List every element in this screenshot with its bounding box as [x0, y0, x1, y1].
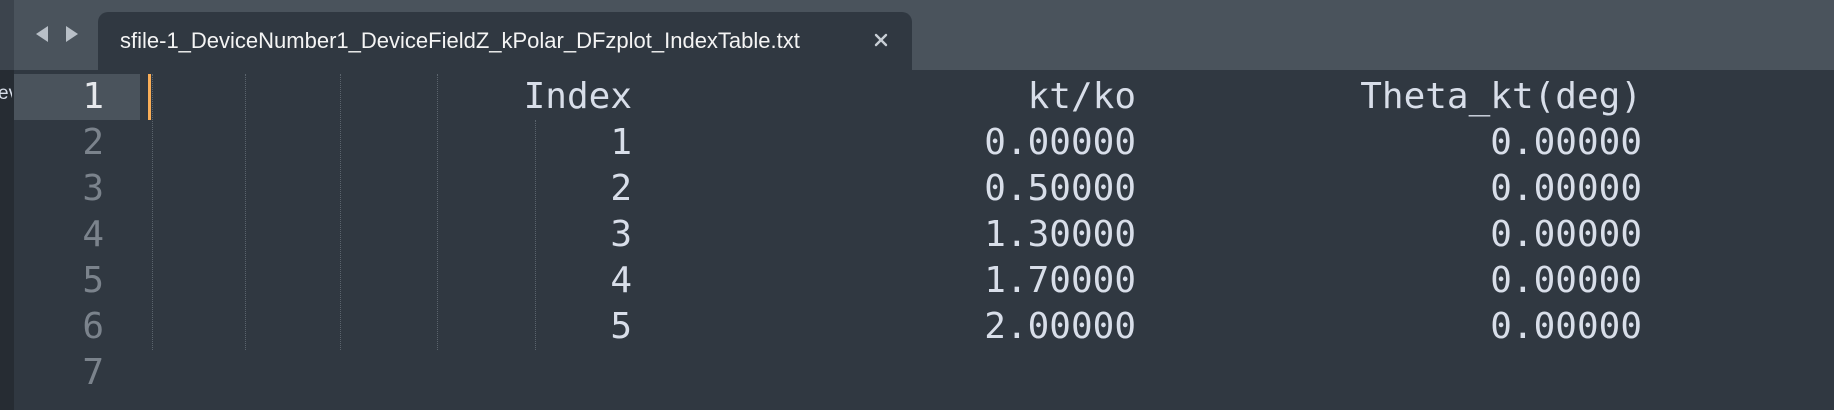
header-index: Index: [523, 76, 632, 117]
cell-kt-ko: 0.00000: [984, 122, 1136, 163]
back-arrow-icon[interactable]: [30, 22, 54, 46]
line-number: 5: [82, 260, 104, 301]
cell-theta: 0.00000: [1490, 168, 1642, 209]
file-tab[interactable]: sfile-1_DeviceNumber1_DeviceFieldZ_kPola…: [98, 12, 912, 70]
cell-theta: 0.00000: [1490, 260, 1642, 301]
cell-kt-ko: 1.70000: [984, 260, 1136, 301]
close-icon[interactable]: [868, 27, 894, 53]
text-caret: [148, 74, 151, 120]
header-theta: Theta_kt(deg): [1360, 76, 1642, 117]
line-number: 6: [82, 306, 104, 347]
cell-theta: 0.00000: [1490, 122, 1642, 163]
sidebar-edge[interactable]: [0, 70, 14, 410]
indent-guide: [245, 74, 246, 350]
cell-kt-ko: 2.00000: [984, 306, 1136, 347]
line-number: 1: [82, 76, 104, 117]
line-number: 7: [82, 352, 104, 393]
line-number: 3: [82, 168, 104, 209]
cell-index: 3: [610, 214, 632, 255]
tab-bar: sfile-1_DeviceNumber1_DeviceFieldZ_kPola…: [0, 0, 1834, 70]
tab-title: sfile-1_DeviceNumber1_DeviceFieldZ_kPola…: [120, 28, 800, 53]
navigation-arrows: [30, 22, 86, 46]
line-number: 2: [82, 122, 104, 163]
cell-theta: 0.00000: [1490, 214, 1642, 255]
indent-guide: [340, 74, 341, 350]
cell-kt-ko: 0.50000: [984, 168, 1136, 209]
cell-index: 5: [610, 306, 632, 347]
tabbar-edge: [0, 0, 14, 70]
sidebar-partial-label: ev: [0, 83, 12, 104]
cell-index: 2: [610, 168, 632, 209]
line-number: 4: [82, 214, 104, 255]
header-kt-ko: kt/ko: [1027, 76, 1136, 117]
cell-index: 4: [610, 260, 632, 301]
cell-theta: 0.00000: [1490, 306, 1642, 347]
forward-arrow-icon[interactable]: [60, 22, 84, 46]
cell-index: 1: [610, 122, 632, 163]
cell-kt-ko: 1.30000: [984, 214, 1136, 255]
indent-guide: [152, 74, 153, 350]
